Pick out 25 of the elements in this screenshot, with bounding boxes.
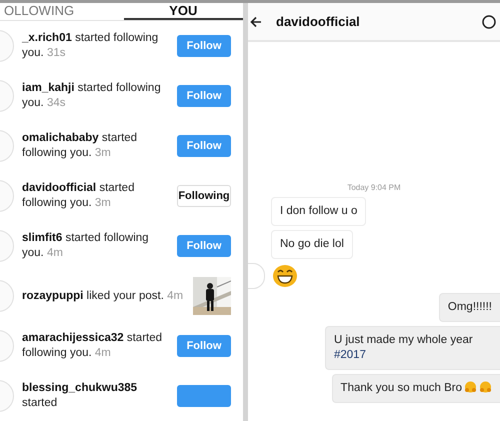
info-icon[interactable]: [482, 14, 496, 28]
notification-text: amarachijessica32 started following you. 4m: [22, 331, 164, 361]
follow-button[interactable]: Follow: [177, 335, 231, 357]
notification-text: _x.rich01 started following you. 31s: [22, 31, 160, 61]
message-bubble: I don follow u o: [271, 197, 366, 226]
follow-button[interactable]: Follow: [177, 35, 231, 57]
message-timestamp: Today 9:04 PM: [346, 183, 402, 192]
message-bubble: No go die lol: [271, 230, 353, 259]
notification-text: slimfit6 started following you. 4m: [22, 231, 150, 261]
following-button[interactable]: Following: [177, 185, 231, 207]
follow-button[interactable]: Follow: [177, 85, 231, 107]
message-bubble: Omg!!!!!!: [438, 293, 500, 322]
notification-text: davidoofficial started following you. 3m: [22, 181, 136, 211]
message-bubble: U just made my whole year #2017: [325, 326, 500, 370]
message-bubble: Thank you so much Bro: [332, 374, 500, 403]
tab[interactable]: OLLOWING: [0, 3, 124, 20]
notification-text: omalichababy started following you. 3m: [22, 131, 138, 161]
notification-text: iam_kahji started following you. 34s: [22, 81, 162, 111]
follow-button[interactable]: Follow: [177, 135, 231, 157]
follow-button[interactable]: Follow: [177, 235, 231, 257]
tab[interactable]: YOU: [124, 3, 243, 20]
chat-title: davidoofficial: [276, 14, 361, 29]
notification-text: blessing_chukwu385 started: [22, 381, 138, 411]
back-arrow-icon[interactable]: [250, 16, 262, 28]
notification-text: rozaypuppi liked your post. 4m: [22, 288, 184, 304]
